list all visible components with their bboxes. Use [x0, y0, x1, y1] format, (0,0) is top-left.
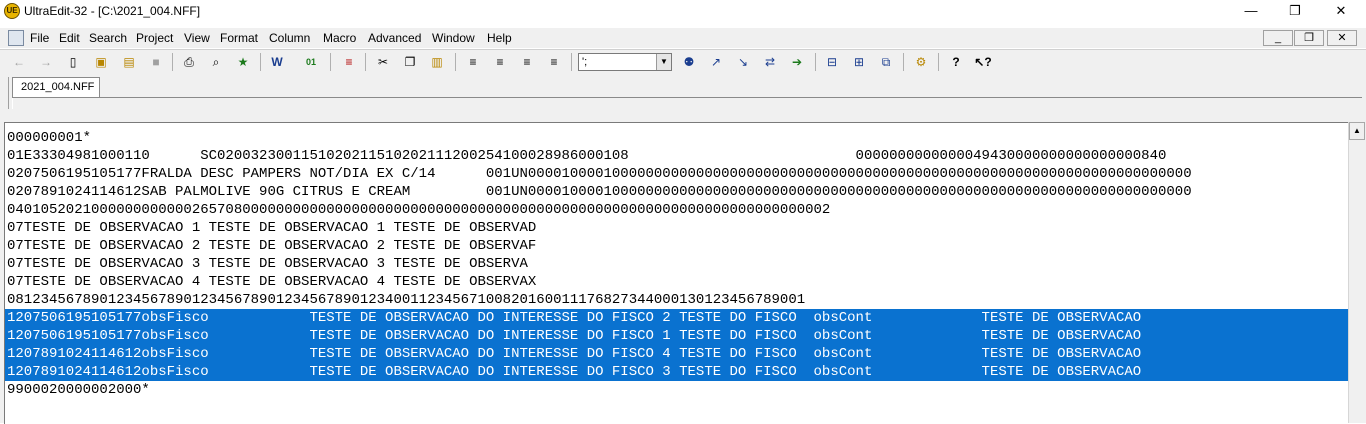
menu-window[interactable]: Window: [432, 31, 475, 45]
find-icon[interactable]: ⚉: [680, 53, 698, 71]
menu-help[interactable]: Help: [487, 31, 512, 45]
editor-line-selected[interactable]: 1207891024114612obsFisco TESTE DE OBSERV…: [5, 363, 1348, 381]
align-center-icon[interactable]: ≡: [491, 53, 509, 71]
ftp-icon[interactable]: ★: [234, 53, 252, 71]
toolbar-separator: [938, 53, 939, 71]
editor-line[interactable]: 0401052021000000000000265708000000000000…: [7, 201, 830, 219]
toolbar-separator: [815, 53, 816, 71]
align-left-icon[interactable]: ≡: [464, 53, 482, 71]
restore-button[interactable]: ❐: [1272, 0, 1318, 22]
align-right-icon[interactable]: ≡: [518, 53, 536, 71]
editor-frame: 000000001* 01E33304981000110 SC0200323001…: [0, 119, 1366, 424]
toolbar-separator: [365, 53, 366, 71]
new-file-icon[interactable]: ▯: [64, 53, 82, 71]
editor-line[interactable]: 07TESTE DE OBSERVACAO 2 TESTE DE OBSERVA…: [7, 237, 536, 255]
replace-icon[interactable]: ⇄: [761, 53, 779, 71]
toolbar-separator: [903, 53, 904, 71]
editor-line[interactable]: 0812345678901234567890123456789012345678…: [7, 291, 805, 309]
menu-view[interactable]: View: [184, 31, 210, 45]
word-count-icon[interactable]: ≡: [340, 53, 358, 71]
toolbar-separator: [260, 53, 261, 71]
mdi-close-button[interactable]: ✕: [1327, 30, 1357, 46]
editor-line-selected[interactable]: 1207506195105177obsFisco TESTE DE OBSERV…: [5, 327, 1348, 345]
scroll-up-arrow-icon[interactable]: ▲: [1349, 122, 1365, 140]
print-preview-icon[interactable]: ⌕: [207, 53, 225, 71]
cut-icon[interactable]: ✂: [374, 53, 392, 71]
title-bar: UE UltraEdit-32 - [C:\2021_004.NFF] — ❐ …: [0, 0, 1366, 22]
mdi-minimize-button[interactable]: _: [1263, 30, 1293, 46]
open-folder-icon[interactable]: ▣: [92, 53, 110, 71]
minimize-button[interactable]: —: [1228, 0, 1274, 22]
editor-line[interactable]: 0207891024114612SAB PALMOLIVE 90G CITRUS…: [7, 183, 1192, 201]
cascade-windows-icon[interactable]: ⧉: [877, 53, 895, 71]
menu-advanced[interactable]: Advanced: [368, 31, 421, 45]
save-icon[interactable]: ■: [147, 53, 165, 71]
editor-line-selected[interactable]: 1207891024114612obsFisco TESTE DE OBSERV…: [5, 345, 1348, 363]
menu-format[interactable]: Format: [220, 31, 258, 45]
tab-bar: 2021_004.NFF: [0, 75, 1366, 119]
toolbar-separator: [330, 53, 331, 71]
editor-line[interactable]: 000000001*: [7, 129, 91, 147]
vertical-split-icon[interactable]: ⊞: [850, 53, 868, 71]
document-menu-icon[interactable]: [8, 30, 24, 46]
goto-icon[interactable]: ➔: [788, 53, 806, 71]
back-arrow-icon[interactable]: ←: [10, 53, 28, 71]
toolbar-separator: [455, 53, 456, 71]
search-combo-value: ';: [582, 56, 588, 68]
tools-icon[interactable]: ⚙: [912, 53, 930, 71]
toolbar-separator: [571, 53, 572, 71]
toolbar-separator: [172, 53, 173, 71]
search-combo[interactable]: '; ▼: [578, 53, 672, 71]
hex-mode-icon[interactable]: 01: [302, 53, 320, 71]
help-icon[interactable]: ?: [947, 53, 965, 71]
justify-icon[interactable]: ≡: [545, 53, 563, 71]
mdi-restore-button[interactable]: ❐: [1294, 30, 1324, 46]
chevron-down-icon[interactable]: ▼: [656, 54, 671, 70]
menu-macro[interactable]: Macro: [323, 31, 356, 45]
toolbar: ← → ▯ ▣ ▤ ■ ⎙ ⌕ ★ W 01 ≡ ✂ ❐ ▥ ≡ ≡ ≡ ≡ '…: [0, 49, 1366, 76]
editor-line[interactable]: 0207506195105177FRALDA DESC PAMPERS NOT/…: [7, 165, 1192, 183]
word-wrap-icon[interactable]: W: [268, 53, 286, 71]
editor-line[interactable]: 9900020000002000*: [7, 381, 150, 399]
menu-project[interactable]: Project: [136, 31, 173, 45]
close-button[interactable]: ✕: [1318, 0, 1364, 22]
print-icon[interactable]: ⎙: [180, 53, 198, 71]
close-folder-icon[interactable]: ▤: [120, 53, 138, 71]
find-previous-icon[interactable]: ↘: [734, 53, 752, 71]
menu-bar: File Edit Search Project View Format Col…: [0, 28, 1366, 48]
context-help-icon[interactable]: ↖?: [974, 53, 992, 71]
editor-line[interactable]: 07TESTE DE OBSERVACAO 4 TESTE DE OBSERVA…: [7, 273, 536, 291]
paste-icon[interactable]: ▥: [428, 53, 446, 71]
vertical-scrollbar[interactable]: ▲: [1348, 122, 1366, 423]
text-editor[interactable]: 000000001* 01E33304981000110 SC0200323001…: [4, 122, 1348, 424]
editor-line[interactable]: 07TESTE DE OBSERVACAO 3 TESTE DE OBSERVA…: [7, 255, 528, 273]
forward-arrow-icon[interactable]: →: [37, 53, 55, 71]
copy-icon[interactable]: ❐: [401, 53, 419, 71]
ultraedit-app-icon[interactable]: UE: [4, 3, 20, 19]
menu-search[interactable]: Search: [89, 31, 127, 45]
tab-divider: [12, 97, 1362, 98]
tab-2021-004-nff[interactable]: 2021_004.NFF: [12, 77, 100, 97]
editor-line[interactable]: 01E33304981000110 SC02003230011510202115…: [7, 147, 1166, 165]
editor-line[interactable]: 07TESTE DE OBSERVACAO 1 TESTE DE OBSERVA…: [7, 219, 536, 237]
find-next-icon[interactable]: ↗: [707, 53, 725, 71]
window-title: UltraEdit-32 - [C:\2021_004.NFF]: [24, 4, 201, 18]
menu-edit[interactable]: Edit: [59, 31, 80, 45]
editor-line-selected[interactable]: 1207506195105177obsFisco TESTE DE OBSERV…: [5, 309, 1348, 327]
horizontal-split-icon[interactable]: ⊟: [823, 53, 841, 71]
menu-column[interactable]: Column: [269, 31, 310, 45]
menu-file[interactable]: File: [30, 31, 49, 45]
